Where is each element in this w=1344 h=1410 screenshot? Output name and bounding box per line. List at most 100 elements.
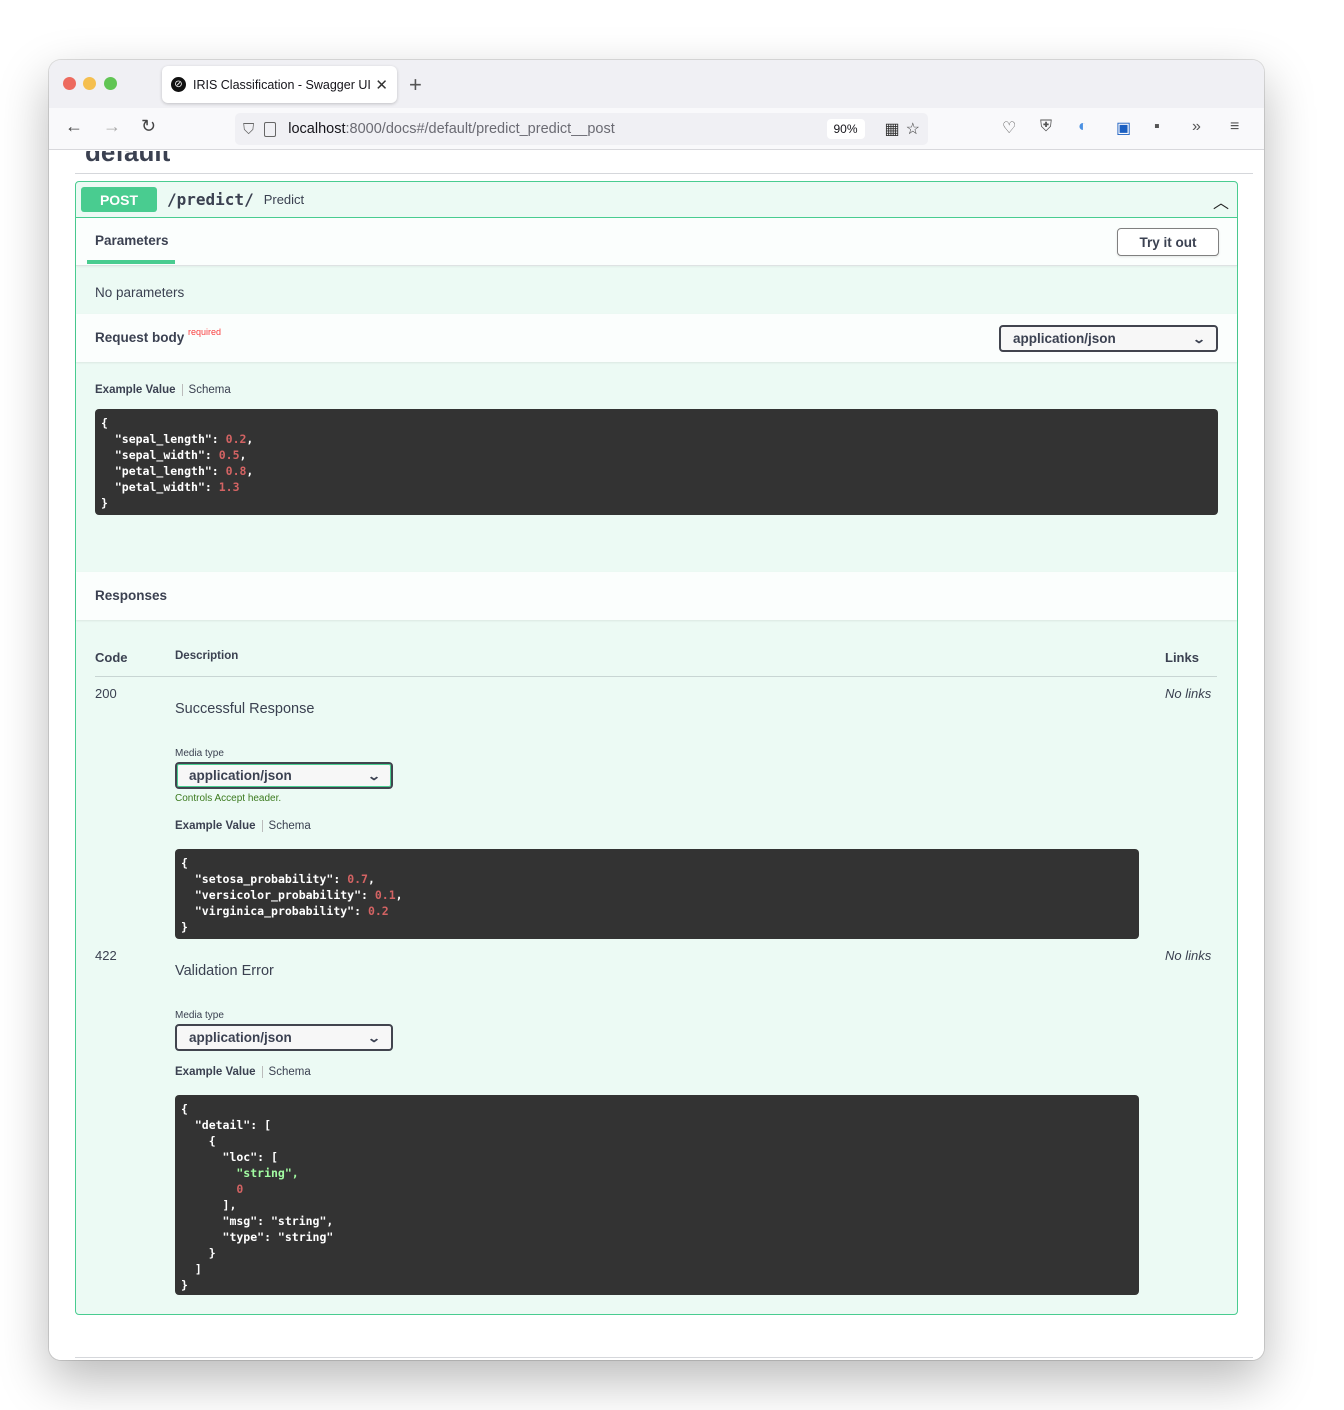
- code-number: 1.3: [218, 480, 240, 494]
- code-punct: ,: [395, 888, 403, 902]
- code-number: 0.2: [367, 904, 389, 918]
- browser-tab[interactable]: ⊘ IRIS Classification - Swagger UI ✕: [162, 66, 397, 103]
- response-200-example-code[interactable]: { "setosa_probability": 0.7, "versicolor…: [175, 849, 1139, 939]
- code-number: 0.1: [374, 888, 396, 902]
- section-divider: [75, 173, 1253, 174]
- url-bar[interactable]: ⛉ localhost :8000/docs#/default/predict_…: [235, 113, 928, 145]
- tab-example-value[interactable]: Example Value: [175, 820, 256, 832]
- media-type-label: Media type: [175, 748, 224, 759]
- tab-schema[interactable]: Schema: [269, 1066, 311, 1078]
- tab-example-value[interactable]: Example Value: [95, 384, 176, 396]
- tracking-protection-icon[interactable]: ⛉: [243, 121, 254, 138]
- column-description-header: Description: [175, 650, 239, 662]
- extensions-grid-icon[interactable]: ▪: [1154, 118, 1160, 136]
- code-brace: {: [181, 856, 188, 870]
- code-number: 0.2: [225, 432, 247, 446]
- active-tab-indicator: [87, 260, 175, 264]
- page-content: default ⌃ POST /predict/ Predict ︿ Param…: [49, 151, 1264, 1360]
- required-badge: required: [188, 327, 222, 337]
- responses-table-divider: [95, 676, 1217, 677]
- extension-bitwarden-icon[interactable]: ▣: [1116, 118, 1131, 138]
- request-content-type-value: application/json: [1013, 331, 1116, 346]
- tab-parameters[interactable]: Parameters: [95, 233, 169, 248]
- swagger-favicon-icon: ⊘: [171, 77, 186, 92]
- hamburger-menu-icon[interactable]: ≡: [1230, 118, 1239, 136]
- tab-separator: [181, 384, 183, 396]
- close-window-button[interactable]: [63, 77, 76, 90]
- operation-path: /predict/: [167, 190, 254, 209]
- overflow-chevrons-icon[interactable]: »: [1192, 118, 1201, 136]
- response-200-media-type-value: application/json: [189, 768, 292, 783]
- method-badge: POST: [81, 187, 157, 212]
- request-content-type-select[interactable]: application/json ⌄: [999, 325, 1218, 352]
- response-links-422: No links: [1165, 948, 1212, 963]
- chevron-down-icon: ⌄: [366, 768, 382, 783]
- request-body-header: Request body required application/json ⌄: [76, 314, 1237, 362]
- navigation-bar: ← → ↻ ⛉ localhost :8000/docs#/default/pr…: [49, 108, 1264, 150]
- code-number: 0.7: [347, 872, 368, 886]
- code-number: 0.8: [225, 464, 247, 478]
- new-tab-button[interactable]: +: [409, 72, 422, 98]
- code-line: }: [181, 1278, 188, 1292]
- response-links-200: No links: [1165, 686, 1212, 701]
- url-host: localhost: [288, 121, 346, 137]
- code-number: 0.5: [218, 448, 240, 462]
- chevron-down-icon: ⌄: [366, 1030, 382, 1045]
- close-tab-icon[interactable]: ✕: [375, 76, 388, 94]
- tab-schema[interactable]: Schema: [189, 384, 231, 396]
- code-line: "string",: [181, 1166, 299, 1180]
- request-body-title: Request body: [95, 330, 185, 345]
- minimize-window-button[interactable]: [83, 77, 96, 90]
- request-example-code[interactable]: { "sepal_length": 0.2, "sepal_width": 0.…: [95, 409, 1218, 515]
- forward-arrow-icon[interactable]: →: [103, 116, 121, 137]
- reload-icon[interactable]: ↻: [141, 116, 156, 137]
- zoom-level[interactable]: 90%: [826, 119, 865, 139]
- code-brace: {: [101, 416, 108, 430]
- section-title[interactable]: default: [85, 151, 170, 168]
- tab-example-value[interactable]: Example Value: [175, 1066, 256, 1078]
- responses-title: Responses: [95, 588, 168, 603]
- code-line: 0: [181, 1182, 244, 1196]
- tab-schema[interactable]: Schema: [269, 820, 311, 832]
- code-key: "sepal_width":: [114, 448, 219, 462]
- collapse-chevron-icon[interactable]: ︿: [1213, 189, 1229, 213]
- code-key: "setosa_probability":: [194, 872, 348, 886]
- page-info-icon[interactable]: [264, 121, 277, 137]
- request-example-tabs: Example Value Schema: [95, 384, 231, 396]
- code-punct: ,: [367, 872, 375, 886]
- pocket-icon[interactable]: ♡: [1002, 118, 1016, 138]
- section-collapse-icon[interactable]: ⌃: [1196, 151, 1208, 160]
- extension-compass-icon[interactable]: ◐: [1078, 118, 1088, 136]
- response-description-422: Validation Error: [175, 963, 274, 979]
- bookmark-star-icon[interactable]: ☆: [906, 119, 920, 139]
- tab-strip: ⊘ IRIS Classification - Swagger UI ✕ +: [49, 60, 1264, 108]
- operation-summary[interactable]: POST /predict/ Predict ︿: [76, 182, 1237, 218]
- code-punct: ,: [246, 432, 254, 446]
- response-code-200: 200: [95, 686, 117, 701]
- response-code-422: 422: [95, 948, 117, 963]
- maximize-window-button[interactable]: [104, 77, 117, 90]
- code-punct: ,: [239, 448, 247, 462]
- code-punct: ,: [246, 464, 254, 478]
- response-200-media-type-select[interactable]: application/json ⌄: [175, 762, 393, 789]
- qr-code-icon[interactable]: ▦: [885, 119, 900, 139]
- no-parameters-text: No parameters: [95, 285, 185, 300]
- response-422-media-type-select[interactable]: application/json ⌄: [175, 1024, 393, 1051]
- ublock-shield-icon[interactable]: ⛨: [1040, 118, 1052, 136]
- response-200-example-tabs: Example Value Schema: [175, 820, 311, 832]
- code-line: }: [181, 1246, 216, 1260]
- code-line: ]: [181, 1262, 202, 1276]
- parameters-header: Parameters Try it out: [76, 218, 1237, 266]
- back-arrow-icon[interactable]: ←: [65, 116, 83, 137]
- response-422-example-code[interactable]: { "detail": [ { "loc": [ "string", 0 ], …: [175, 1095, 1139, 1295]
- browser-window: ⊘ IRIS Classification - Swagger UI ✕ + ←…: [49, 60, 1264, 1360]
- tab-separator: [261, 1066, 263, 1078]
- code-line: {: [181, 1102, 188, 1116]
- code-key: "versicolor_probability":: [194, 888, 375, 902]
- code-key: "virginica_probability":: [194, 904, 368, 918]
- try-it-out-button[interactable]: Try it out: [1117, 228, 1219, 256]
- code-line: "loc": [: [181, 1150, 278, 1164]
- code-line: {: [181, 1134, 216, 1148]
- url-path: :8000/docs#/default/predict_predict__pos…: [345, 121, 615, 137]
- responses-header: Responses: [76, 572, 1237, 620]
